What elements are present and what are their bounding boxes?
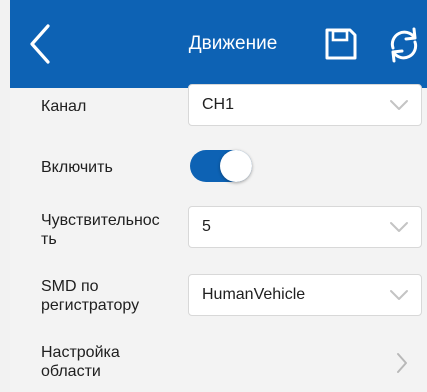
chevron-down-icon <box>390 290 408 300</box>
app-header: Движение <box>10 0 427 88</box>
toggle-knob <box>220 150 252 182</box>
smd-select-value: HumanVehicle <box>202 286 306 303</box>
chevron-down-icon <box>390 222 408 232</box>
area-settings-label-line1: Настройка <box>41 344 120 361</box>
settings-form: Канал CH1 Включить Чувствительнос ть 5 S… <box>10 84 427 392</box>
chevron-right-icon <box>397 353 407 373</box>
channel-select-value: CH1 <box>202 96 235 113</box>
back-button[interactable] <box>26 22 56 66</box>
sensitivity-label-line1: Чувствительнос <box>41 212 160 229</box>
smd-select[interactable]: HumanVehicle <box>188 274 422 316</box>
sensitivity-label-line2: ть <box>41 231 57 248</box>
refresh-button[interactable] <box>385 26 423 64</box>
area-settings-row[interactable]: Настройка области <box>10 338 427 392</box>
smd-label: SMD по регистратору <box>41 277 139 315</box>
channel-select[interactable]: CH1 <box>188 84 422 126</box>
chevron-down-icon <box>390 100 408 110</box>
channel-label: Канал <box>41 98 87 115</box>
sensitivity-label: Чувствительнос ть <box>41 211 160 249</box>
chevron-left-icon <box>30 24 50 64</box>
save-icon <box>325 28 357 60</box>
enable-label: Включить <box>41 159 113 176</box>
refresh-icon <box>390 27 418 63</box>
smd-label-line2: регистратору <box>41 297 140 314</box>
area-settings-label-line2: области <box>41 363 101 380</box>
save-button[interactable] <box>323 26 359 62</box>
smd-label-line1: SMD по <box>41 278 99 295</box>
sensitivity-select[interactable]: 5 <box>188 206 422 248</box>
enable-toggle[interactable] <box>190 150 252 182</box>
area-settings-label: Настройка области <box>41 343 120 381</box>
motion-settings-screen: Движение Канал CH1 Включить Чувствительн… <box>0 0 427 392</box>
sensitivity-select-value: 5 <box>202 218 211 235</box>
page-title: Движение <box>188 33 278 54</box>
